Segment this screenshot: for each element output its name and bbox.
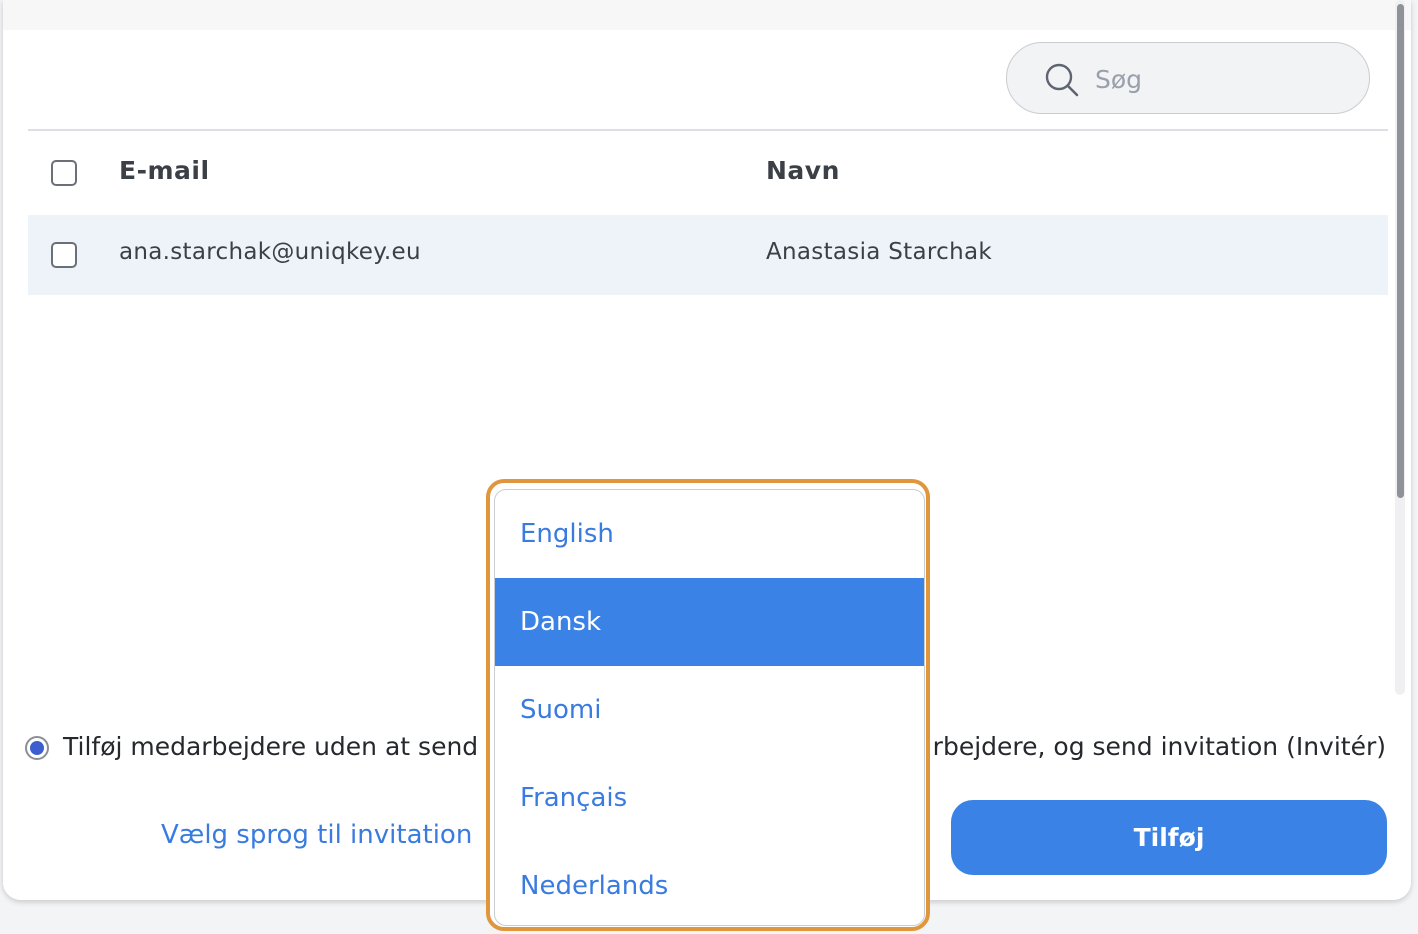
scrollbar-thumb[interactable] [1397,4,1404,498]
select-all-checkbox[interactable] [51,160,77,186]
choose-invitation-language-link[interactable]: Vælg sprog til invitation [161,820,472,850]
language-option-suomi[interactable]: Suomi [495,666,924,754]
search-input[interactable] [1093,57,1347,101]
add-without-invite-radio[interactable] [25,736,49,760]
table-row[interactable]: ana.starchak@uniqkey.eu Anastasia Starch… [28,215,1388,295]
dialog-top-strip [3,0,1411,30]
add-and-invite-label[interactable]: rbejdere, og send invitation (Invitér) [933,732,1386,761]
language-option-english[interactable]: English [495,490,924,578]
language-option-nederlands[interactable]: Nederlands [495,842,924,925]
row-email: ana.starchak@uniqkey.eu [119,239,421,265]
table-header: E-mail Navn [28,131,1388,215]
add-button[interactable]: Tilføj [951,800,1387,875]
language-options-list: English Dansk Suomi Français Nederlands [494,489,925,926]
language-option-dansk[interactable]: Dansk [495,578,924,666]
row-checkbox[interactable] [51,242,77,268]
language-option-francais[interactable]: Français [495,754,924,842]
search-box[interactable] [1006,42,1370,114]
row-name: Anastasia Starchak [766,239,992,265]
email-column-header[interactable]: E-mail [119,156,210,185]
search-icon [1045,63,1079,97]
add-without-invite-label[interactable]: Tilføj medarbejdere uden at send [63,732,478,761]
radio-selected-dot [30,741,44,755]
language-dropdown: English Dansk Suomi Français Nederlands [486,479,930,931]
name-column-header[interactable]: Navn [766,156,840,185]
